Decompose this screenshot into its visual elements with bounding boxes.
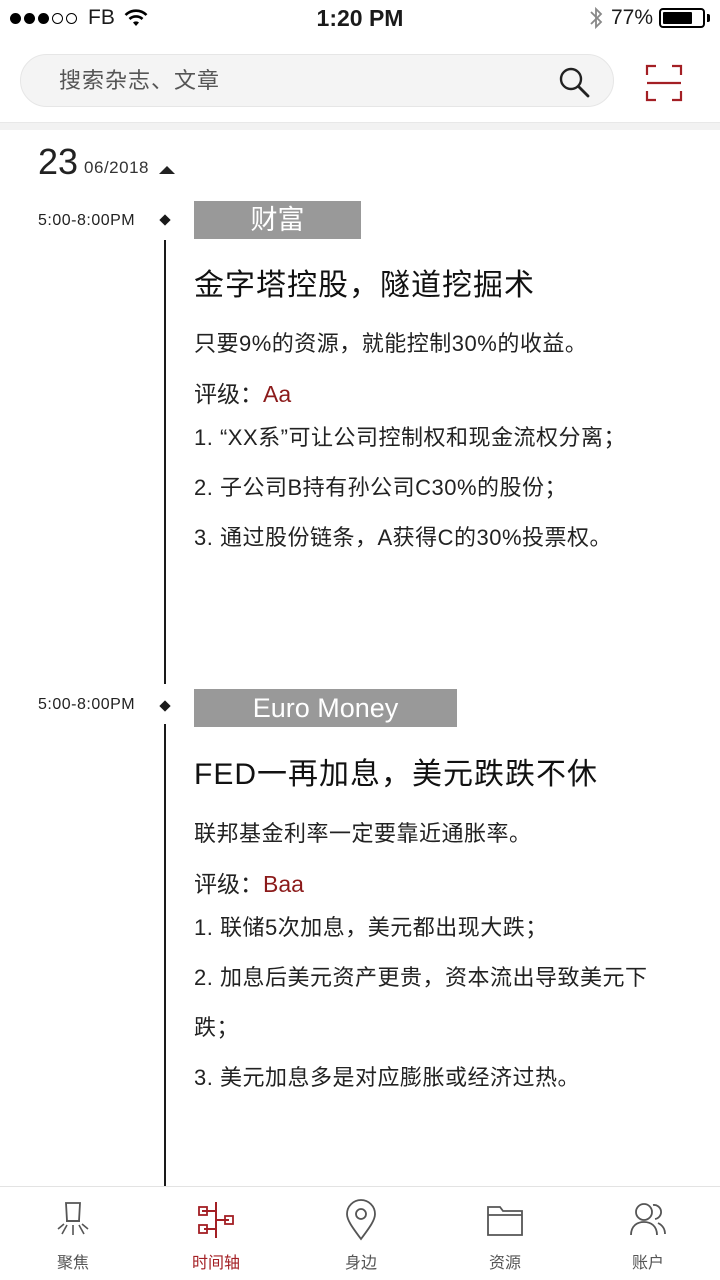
search-bar[interactable] (20, 54, 614, 107)
entry-time: 5:00-8:00PM (38, 212, 136, 229)
tab-label: 聚焦 (56, 1255, 89, 1272)
tab-label: 身边 (344, 1255, 377, 1272)
timeline-node-icon (159, 214, 171, 226)
rating-label: 评级： (194, 381, 263, 407)
timeline-icon (198, 1202, 234, 1238)
timeline-line (164, 240, 166, 684)
battery-status: 77% (589, 6, 710, 30)
key-point: 3. 美元加息多是对应膨胀或经济过热。 (194, 1065, 580, 1090)
timeline-line (164, 724, 166, 1186)
users-icon (630, 1203, 666, 1236)
status-bar: FB 1:20 PM 77% (0, 0, 720, 40)
search-input[interactable] (59, 55, 539, 106)
rating: 评级：Baa (194, 865, 304, 899)
tab-focus[interactable]: 聚焦 (23, 1199, 123, 1273)
timeline-node-icon (159, 700, 171, 712)
header-divider (0, 122, 720, 130)
key-point: 1. “XX系”可让公司控制权和现金流权分离； (194, 425, 626, 450)
rating-label: 评级： (194, 871, 263, 897)
key-point: 2. 加息后美元资产更贵，资本流出导致美元下跌； (194, 965, 648, 1040)
battery-icon (659, 8, 705, 28)
tab-label: 资源 (488, 1255, 521, 1272)
source-tag[interactable]: 财富 (194, 201, 361, 239)
bluetooth-icon (590, 6, 603, 30)
article-title[interactable]: FED一再加息，美元跌跌不休 (194, 749, 598, 793)
tab-timeline[interactable]: 时间轴 (166, 1199, 266, 1273)
battery-percentage: 77% (610, 6, 653, 29)
key-point: 3. 通过股份链条，A获得C的30%投票权。 (194, 525, 613, 550)
entry-time: 5:00-8:00PM (38, 696, 136, 713)
article-title[interactable]: 金字塔控股，隧道挖掘术 (194, 260, 535, 304)
tab-account[interactable]: 账户 (598, 1199, 698, 1273)
rating-value: Aa (263, 381, 292, 407)
source-tag[interactable]: Euro Money (194, 689, 457, 727)
tab-nearby[interactable]: 身边 (311, 1199, 411, 1273)
battery-tip (707, 14, 710, 22)
key-point: 2. 子公司B持有孙公司C30%的股份； (194, 475, 568, 500)
article-summary: 只要9%的资源，就能控制30%的收益。 (194, 331, 588, 356)
collapse-triangle-icon[interactable] (159, 166, 175, 174)
bottom-tab-bar: 聚焦 时间轴 身边 资源 账户 (0, 1186, 720, 1280)
location-pin-icon (346, 1199, 376, 1241)
battery-fill (663, 12, 693, 24)
date-header[interactable]: 23 06/2018 (38, 142, 175, 182)
search-icon[interactable] (557, 65, 591, 99)
tab-label: 时间轴 (191, 1255, 240, 1272)
folder-icon (487, 1206, 523, 1236)
article-summary: 联邦基金利率一定要靠近通胀率。 (194, 821, 532, 846)
tab-label: 账户 (631, 1255, 664, 1272)
key-point: 1. 联储5次加息，美元都出现大跌； (194, 915, 548, 940)
date-month-year: 06/2018 (84, 158, 149, 177)
spotlight-icon (57, 1202, 89, 1235)
tab-resources[interactable]: 资源 (455, 1199, 555, 1273)
rating: 评级：Aa (194, 375, 291, 409)
scan-icon[interactable] (645, 64, 683, 102)
rating-value: Baa (263, 871, 304, 897)
date-day: 23 (38, 141, 79, 182)
